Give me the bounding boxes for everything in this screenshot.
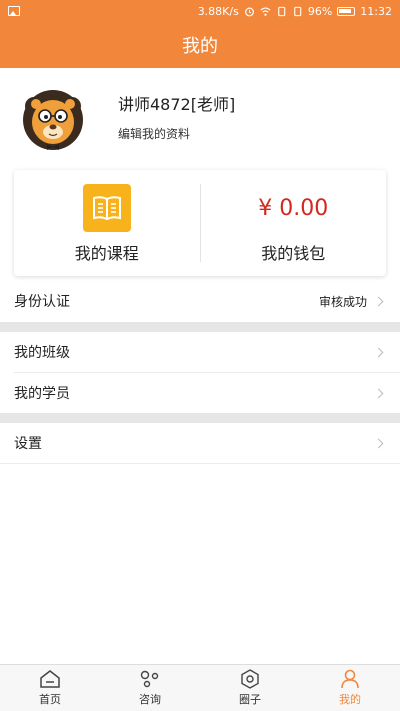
identity-verification-row[interactable]: 身份认证 审核成功 — [0, 281, 400, 321]
bottom-nav: 首页 咨询 圈子 我的 — [0, 664, 400, 711]
home-icon — [40, 670, 60, 688]
my-wallet-label: 我的钱包 — [261, 244, 326, 263]
nav-home[interactable]: 首页 — [0, 665, 100, 711]
sim-card-icon-2 — [294, 6, 302, 16]
chevron-right-icon — [373, 347, 384, 357]
status-bar: 3.88K/s 96% 11:32 — [0, 0, 400, 22]
gallery-notification-icon — [8, 6, 20, 16]
my-class-row[interactable]: 我的班级 — [0, 332, 400, 372]
summary-card: 我的课程 ¥ 0.00 我的钱包 — [14, 170, 386, 276]
sim-card-icon — [278, 6, 286, 16]
nav-circle[interactable]: 圈子 — [200, 665, 300, 711]
nav-consult[interactable]: 咨询 — [100, 665, 200, 711]
chevron-right-icon — [373, 438, 384, 448]
verification-status: 审核成功 — [318, 294, 367, 309]
top-bar: 3.88K/s 96% 11:32 我的 — [0, 0, 400, 68]
circle-icon — [241, 669, 259, 689]
profile-name: 讲师4872[老师] — [118, 94, 236, 114]
identity-verification-label: 身份认证 — [14, 294, 70, 310]
nav-circle-label: 圈子 — [239, 693, 261, 706]
nav-consult-label: 咨询 — [139, 693, 161, 706]
my-students-label: 我的学员 — [14, 386, 70, 402]
edit-profile-link[interactable]: 编辑我的资料 — [118, 125, 235, 142]
wallet-balance: ¥ 0.00 — [258, 195, 329, 221]
settings-label: 设置 — [14, 436, 42, 452]
chevron-right-icon — [373, 296, 384, 306]
consult-icon — [140, 670, 159, 688]
my-courses-button[interactable]: 我的课程 — [14, 170, 200, 276]
my-courses-label: 我的课程 — [74, 244, 139, 263]
nav-profile[interactable]: 我的 — [300, 665, 400, 711]
book-icon — [82, 184, 131, 232]
nav-profile-label: 我的 — [339, 693, 361, 706]
alarm-icon — [244, 7, 254, 16]
profile-text: 讲师4872[老师] 编辑我的资料 — [118, 95, 235, 142]
clock: 11:32 — [360, 4, 392, 18]
settings-row[interactable]: 设置 — [0, 423, 400, 463]
network-speed: 3.88K/s — [197, 4, 239, 18]
battery-percent: 96% — [307, 4, 333, 18]
profile-section[interactable]: 讲师4872[老师] 编辑我的资料 — [0, 68, 400, 170]
battery-icon — [337, 6, 356, 16]
row-divider — [0, 463, 400, 464]
profile-icon — [341, 669, 359, 689]
page-title: 我的 — [182, 36, 218, 57]
nav-home-label: 首页 — [39, 693, 61, 706]
section-gap — [0, 322, 400, 332]
my-students-row[interactable]: 我的学员 — [0, 373, 400, 413]
wifi-icon — [260, 6, 271, 16]
my-class-label: 我的班级 — [14, 345, 70, 361]
section-gap — [0, 413, 400, 423]
my-wallet-button[interactable]: ¥ 0.00 我的钱包 — [201, 170, 387, 276]
avatar[interactable] — [20, 86, 86, 152]
chevron-right-icon — [373, 388, 384, 398]
